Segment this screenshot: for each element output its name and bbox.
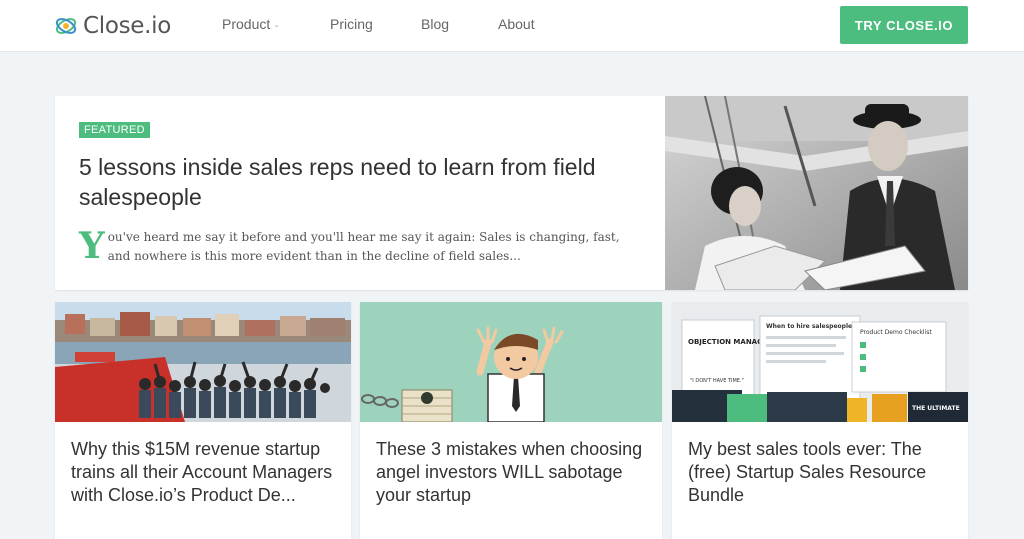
- post-card-title[interactable]: Why this $15M revenue startup trains all…: [55, 422, 351, 507]
- post-card-title[interactable]: These 3 mistakes when choosing angel inv…: [360, 422, 662, 507]
- nav-pricing[interactable]: Pricing: [330, 16, 373, 32]
- featured-post-excerpt: You've heard me say it before and you'll…: [79, 228, 639, 266]
- vintage-salespeople-photo: [665, 96, 968, 290]
- featured-post-text: FEATURED 5 lessons inside sales reps nee…: [55, 96, 664, 290]
- featured-post-image[interactable]: [665, 96, 968, 290]
- post-card[interactable]: Why this $15M revenue startup trains all…: [55, 302, 351, 539]
- nav-blog[interactable]: Blog: [421, 16, 449, 32]
- doc-demo-title: Product Demo Checklist: [860, 329, 932, 336]
- close-io-logo-icon: [55, 18, 77, 34]
- post-card-image[interactable]: [360, 302, 662, 422]
- doc-quote: "I DON'T HAVE TIME.": [690, 378, 744, 384]
- featured-badge: FEATURED: [79, 122, 150, 138]
- logo-text: Close.io: [83, 13, 172, 39]
- doc-hire-title: When to hire salespeople?: [766, 323, 856, 330]
- angel-investor-illustration: [360, 302, 662, 422]
- chevron-down-icon: ⌄: [273, 19, 280, 29]
- post-card-image[interactable]: [55, 302, 351, 422]
- sales-resource-bundle-image: OBJECTION MANAGEMENT DOCUMENT "I DON'T H…: [672, 302, 968, 422]
- featured-post-card[interactable]: FEATURED 5 lessons inside sales reps nee…: [55, 96, 968, 290]
- excerpt-dropcap: Y: [79, 225, 105, 267]
- featured-post-title[interactable]: 5 lessons inside sales reps need to lear…: [79, 152, 639, 212]
- team-harbor-photo: [55, 302, 351, 422]
- site-header: Close.io Product ⌄ Pricing Blog About TR…: [0, 0, 1024, 52]
- post-card-image[interactable]: OBJECTION MANAGEMENT DOCUMENT "I DON'T H…: [672, 302, 968, 422]
- excerpt-text: ou've heard me say it before and you'll …: [107, 230, 620, 263]
- nav-product-label: Product: [222, 16, 271, 32]
- nav-product[interactable]: Product ⌄: [222, 16, 280, 32]
- post-card[interactable]: These 3 mistakes when choosing angel inv…: [360, 302, 662, 539]
- try-close-io-button[interactable]: TRY CLOSE.IO: [840, 6, 968, 44]
- logo[interactable]: Close.io: [54, 12, 171, 40]
- nav-about[interactable]: About: [498, 16, 535, 32]
- doc-ultimate-title: THE ULTIMATE: [912, 405, 960, 412]
- post-card-title[interactable]: My best sales tools ever: The (free) Sta…: [672, 422, 968, 507]
- post-card[interactable]: OBJECTION MANAGEMENT DOCUMENT "I DON'T H…: [672, 302, 968, 539]
